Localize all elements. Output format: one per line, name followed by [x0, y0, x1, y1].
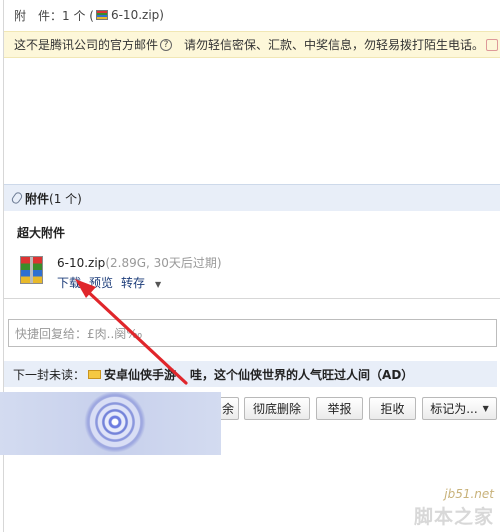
mark-as-button[interactable]: 标记为... ▼ [422, 397, 497, 420]
large-attachment-heading: 超大附件 [17, 226, 66, 240]
attachment-panel-title: 附件 [25, 191, 50, 206]
attachment-panel-header: 附件 (1 个) [4, 185, 500, 211]
attachment-filename: 6-10.zip [57, 256, 106, 270]
attachment-item: 6-10.zip(2.89G, 30天后过期) 下载 预览 转存 ▼ [17, 250, 500, 290]
loading-overlay [0, 392, 221, 455]
chevron-down-icon: ▼ [155, 280, 162, 289]
zip-file-icon [95, 10, 108, 20]
reject-button[interactable]: 拒收 [369, 397, 416, 420]
next-unread-label: 下一封未读： [13, 367, 86, 382]
security-warning: 这不是腾讯公司的官方邮件 ? 请勿轻信密保、汇款、中奖信息，勿轻易拨打陌生电话。 [4, 31, 500, 58]
attachment-size-expiry: (2.89G, 30天后过期) [105, 256, 222, 270]
next-unread-subject[interactable]: 哇，这个仙侠世界的人气旺过人间（AD） [190, 366, 413, 383]
ripple-spinner-icon [80, 392, 150, 455]
zip-archive-icon[interactable] [20, 256, 43, 284]
edit-icon[interactable] [486, 39, 498, 51]
attachment-summary-count: 1 个 ( [62, 8, 94, 23]
next-unread-sender[interactable]: 安卓仙侠手游 [104, 366, 176, 383]
download-link[interactable]: 下载 [57, 274, 81, 291]
attachment-panel-count: (1 个) [49, 191, 82, 206]
site-watermark: jb51.net 脚本之家 [414, 487, 494, 529]
warning-text: 这不是腾讯公司的官方邮件 [14, 38, 159, 52]
attachment-summary-filename[interactable]: 6-10.zip) [111, 8, 164, 22]
preview-link[interactable]: 预览 [89, 274, 113, 291]
permanent-delete-button[interactable]: 彻底删除 [244, 397, 310, 420]
attachment-panel: 附件 (1 个) 超大附件 6-10.zip(2.89G, 30天后过期) 下载… [4, 184, 500, 299]
next-unread-bar[interactable]: 下一封未读： 安卓仙侠手游 哇，这个仙侠世界的人气旺过人间（AD） [4, 361, 497, 387]
envelope-icon [88, 369, 102, 379]
paperclip-icon [10, 190, 24, 206]
help-icon[interactable]: ? [160, 38, 173, 51]
save-to-link[interactable]: 转存 ▼ [121, 274, 169, 291]
quick-reply-input[interactable]: 快捷回复给：£肉..阕‰ [8, 319, 497, 347]
chevron-down-icon: ▼ [482, 404, 489, 413]
watermark-url: jb51.net [444, 487, 494, 501]
warning-advice: 请勿轻信密保、汇款、中奖信息，勿轻易拨打陌生电话。 [184, 38, 485, 52]
attachment-summary-label: 附 件： [14, 8, 63, 23]
watermark-name: 脚本之家 [413, 506, 494, 528]
attachment-summary: 附 件： 1 个 ( 6-10.zip) [14, 7, 164, 23]
report-button[interactable]: 举报 [316, 397, 363, 420]
